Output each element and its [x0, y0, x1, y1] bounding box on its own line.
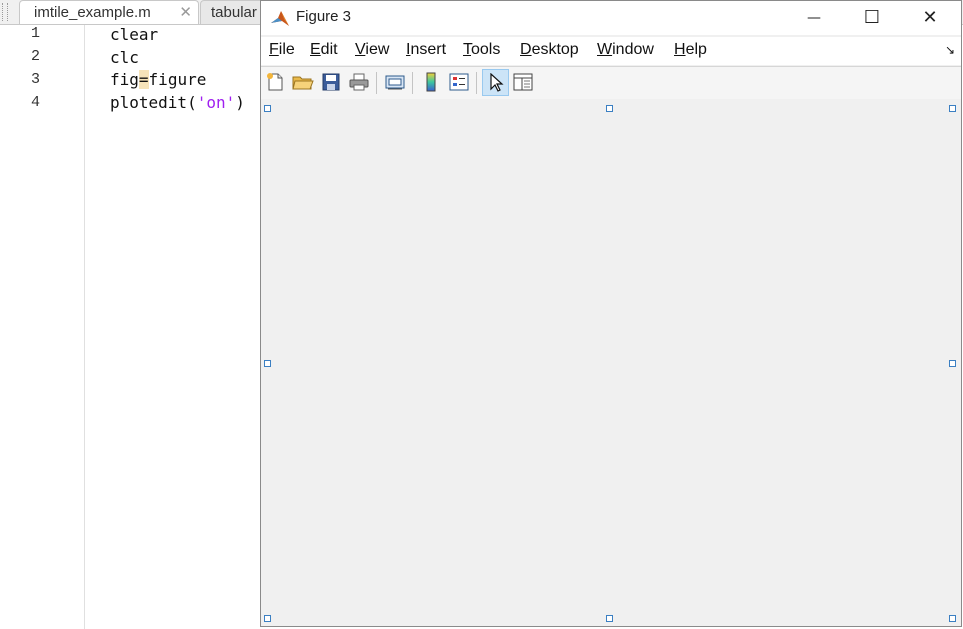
close-icon[interactable]: ✕ — [179, 1, 192, 25]
save-button[interactable] — [319, 70, 343, 94]
code-line[interactable]: clc — [110, 48, 139, 67]
tab-grip-handle[interactable] — [2, 3, 8, 21]
link-plot-button[interactable] — [383, 70, 407, 94]
line-number: 3 — [30, 71, 40, 88]
string-literal: 'on' — [196, 93, 236, 112]
line-number: 4 — [30, 94, 40, 111]
property-inspector-button[interactable] — [511, 70, 535, 94]
line-number: 1 — [30, 25, 40, 42]
toolbar-separator — [376, 72, 377, 94]
selection-handle[interactable] — [949, 360, 956, 367]
selection-handle[interactable] — [949, 615, 956, 622]
edit-plot-icon — [489, 72, 504, 92]
bracket-highlight: = — [138, 70, 149, 89]
selection-handle[interactable] — [264, 615, 271, 622]
colorbar-button[interactable] — [419, 70, 443, 94]
selection-handle[interactable] — [264, 105, 271, 112]
menu-edit[interactable]: Edit — [310, 41, 338, 59]
menu-insert[interactable]: Insert — [406, 41, 446, 59]
edit-plot-button[interactable] — [482, 69, 509, 96]
code-line[interactable]: fig=figure — [110, 70, 206, 89]
tab-label: imtile_example.m — [34, 4, 151, 21]
menu-tools[interactable]: Tools — [463, 41, 500, 59]
colorbar-icon — [426, 72, 436, 92]
menu-mnemonic: W — [597, 41, 613, 58]
selection-handle[interactable] — [264, 360, 271, 367]
menu-label: dit — [320, 41, 338, 58]
code-text: clc — [110, 48, 139, 67]
code-text: plotedit( — [110, 93, 197, 112]
menu-bar: File Edit View Insert Tools Desktop Wind… — [261, 37, 961, 65]
print-button[interactable] — [347, 70, 371, 94]
menu-view[interactable]: View — [355, 41, 389, 59]
code-text: clear — [110, 25, 159, 44]
menu-desktop[interactable]: Desktop — [520, 41, 579, 59]
line-number-gutter: 1 2 3 4 — [0, 25, 85, 629]
menu-mnemonic: D — [520, 41, 532, 58]
new-figure-icon — [267, 73, 283, 91]
menu-label: elp — [685, 41, 707, 58]
figure-canvas[interactable] — [261, 99, 961, 626]
selection-handle[interactable] — [606, 105, 613, 112]
toolbar-separator — [412, 72, 413, 94]
close-button[interactable]: ✕ — [901, 1, 959, 35]
menu-mnemonic: T — [463, 41, 471, 58]
code-text: ) — [235, 93, 245, 112]
menu-mnemonic: H — [674, 41, 686, 58]
menu-label: ile — [278, 41, 295, 58]
menu-label: nsert — [410, 41, 447, 58]
print-icon — [349, 73, 369, 91]
menu-mnemonic: E — [310, 41, 321, 58]
window-title: Figure 3 — [296, 8, 352, 25]
legend-icon — [449, 73, 469, 91]
code-line[interactable]: clear — [110, 25, 158, 44]
menu-label: iew — [365, 41, 390, 58]
minimize-button[interactable]: — — [785, 1, 843, 35]
open-file-icon — [292, 76, 314, 90]
new-figure-button[interactable] — [263, 70, 287, 94]
matlab-logo-icon — [271, 11, 289, 26]
menu-file[interactable]: File — [269, 41, 295, 59]
menu-label: esktop — [531, 41, 579, 58]
selection-handle[interactable] — [606, 615, 613, 622]
menu-window[interactable]: Window — [597, 41, 654, 59]
toolbar-separator — [476, 72, 477, 94]
menu-label: ools — [471, 41, 501, 58]
legend-button[interactable] — [447, 70, 471, 94]
window-title-bar[interactable]: Figure 3 — ☐ ✕ — [261, 1, 961, 35]
link-plot-icon — [385, 75, 405, 90]
code-text: fig — [110, 70, 139, 89]
line-number: 2 — [30, 48, 40, 65]
dock-arrow-icon[interactable]: ↘ — [945, 43, 955, 57]
property-inspector-icon — [513, 73, 533, 91]
menu-help[interactable]: Help — [674, 41, 707, 59]
tab-label: tabular — [211, 4, 257, 21]
code-text: figure — [148, 70, 207, 89]
close-icon: ✕ — [922, 7, 938, 28]
figure-toolbar — [261, 66, 961, 100]
code-line[interactable]: plotedit('on') — [110, 93, 245, 112]
figure-window: Figure 3 — ☐ ✕ File Edit View Insert Too… — [260, 0, 962, 627]
selection-handle[interactable] — [949, 105, 956, 112]
menu-label: indow — [612, 41, 654, 58]
open-file-button[interactable] — [291, 70, 315, 94]
tab-imtile-example[interactable]: imtile_example.m ✕ — [19, 0, 199, 24]
menu-mnemonic: V — [355, 41, 366, 58]
maximize-button[interactable]: ☐ — [843, 1, 901, 35]
save-icon — [322, 73, 340, 91]
maximize-icon: ☐ — [863, 7, 881, 28]
menu-mnemonic: F — [269, 41, 279, 58]
minimize-icon: — — [807, 10, 821, 26]
